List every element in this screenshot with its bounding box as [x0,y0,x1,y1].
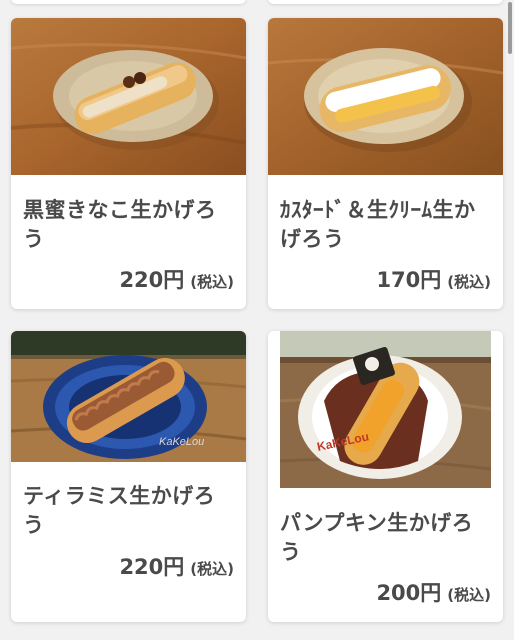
price-row: 200円 (税込) [376,577,491,607]
scrollbar[interactable] [508,0,514,640]
product-price: 220円 [119,268,185,292]
previous-card-bottom [268,0,503,4]
pumpkin-kagerou-photo: KaKeLou [268,331,503,488]
previous-card-bottom [11,0,246,4]
tax-label: (税込) [447,273,491,291]
product-photo[interactable] [11,18,246,175]
product-card-custard-cream[interactable]: ｶｽﾀｰﾄﾞ＆生ｸﾘｰﾑ生かげろう 170円 (税込) [268,18,503,309]
kuromitsu-kinako-kagerou-photo [11,18,246,175]
custard-cream-kagerou-photo [268,18,503,175]
product-price: 170円 [376,268,442,292]
product-photo[interactable] [268,18,503,175]
product-name[interactable]: ｶｽﾀｰﾄﾞ＆生ｸﾘｰﾑ生かげろう [280,196,493,254]
tax-label: (税込) [190,273,234,291]
product-name[interactable]: パンプキン生かげろう [280,509,493,567]
product-photo[interactable]: KaKeLou [268,331,503,488]
product-price: 220円 [119,555,185,579]
product-card-pumpkin[interactable]: KaKeLou パンプキン生かげろう 200円 (税込) [268,331,503,622]
price-row: 220円 (税込) [119,551,234,581]
product-name[interactable]: 黒蜜きなこ生かげろう [23,196,236,254]
product-price: 200円 [376,581,442,605]
price-row: 220円 (税込) [119,264,234,294]
photo-logo: KaKeLou [159,436,204,448]
product-card-kuromitsu-kinako[interactable]: 黒蜜きなこ生かげろう 220円 (税込) [11,18,246,309]
scrollbar-thumb[interactable] [508,2,512,54]
tax-label: (税込) [447,586,491,604]
product-photo[interactable]: KaKeLou [11,331,246,462]
price-row: 170円 (税込) [376,264,491,294]
product-card-tiramisu[interactable]: KaKeLou ティラミス生かげろう 220円 (税込) [11,331,246,622]
product-name[interactable]: ティラミス生かげろう [23,482,236,540]
tax-label: (税込) [190,560,234,578]
tiramisu-kagerou-photo: KaKeLou [11,331,246,462]
